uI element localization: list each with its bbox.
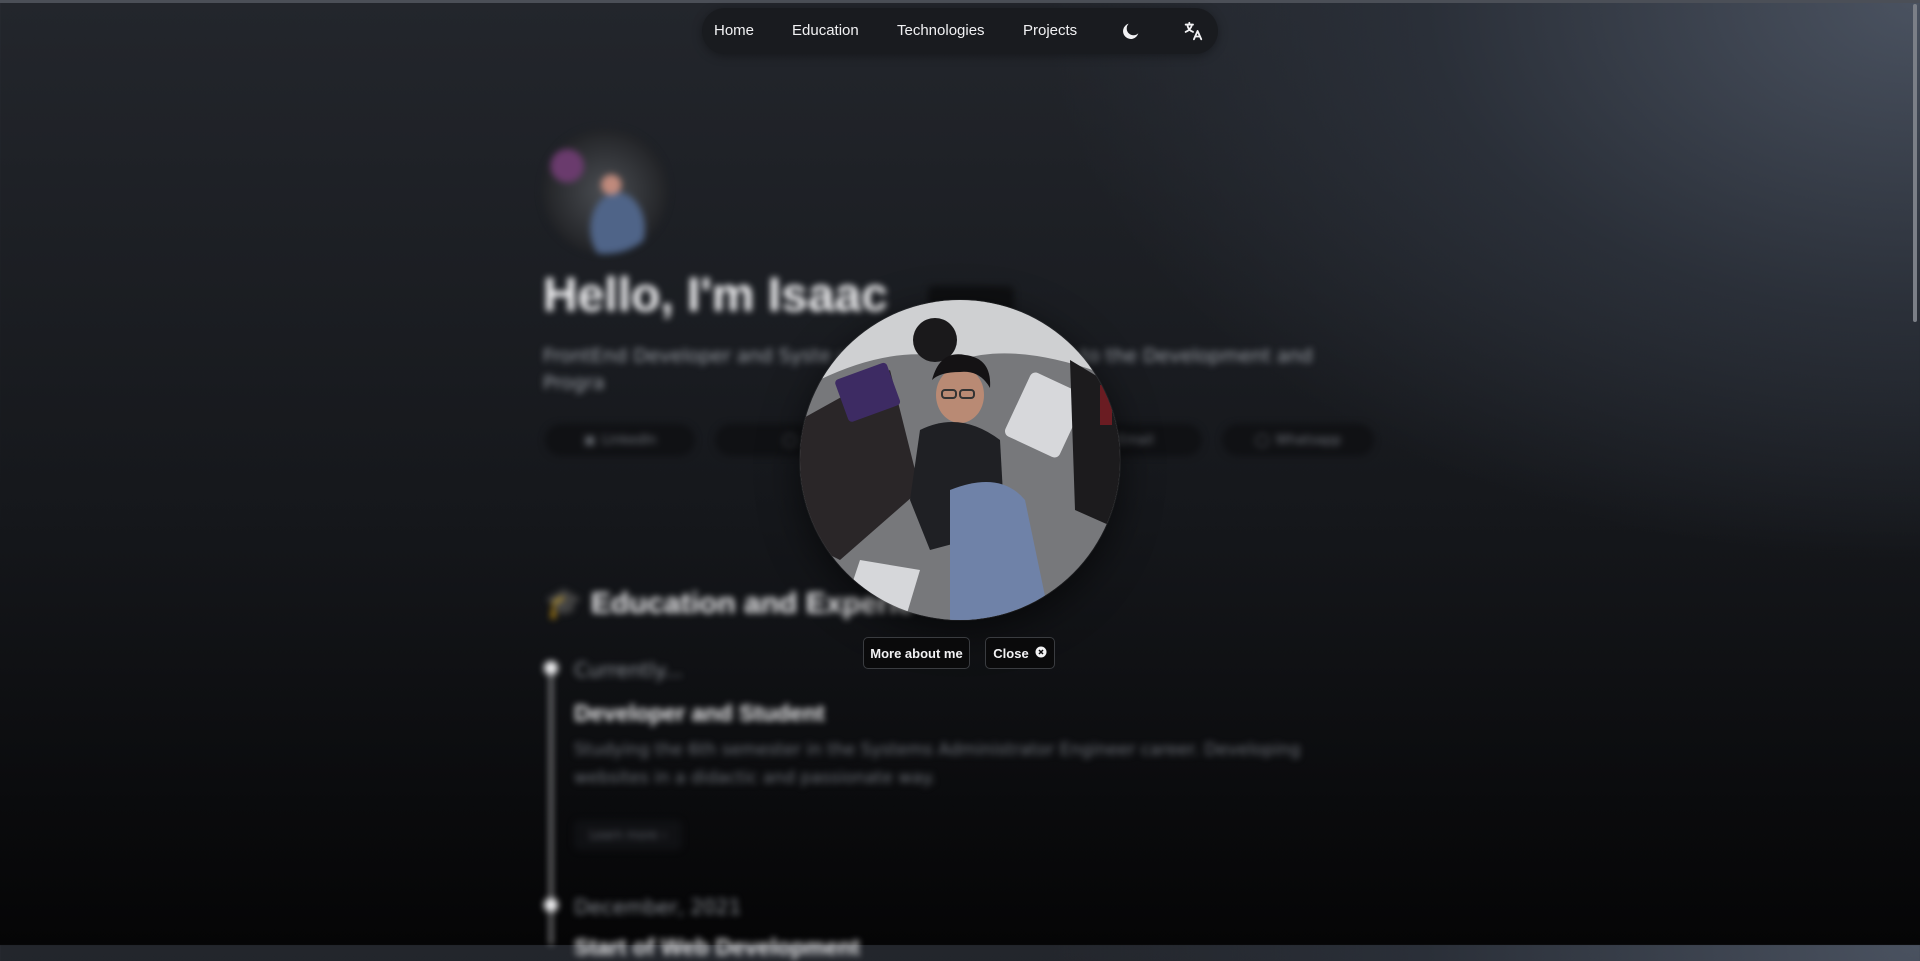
nav-education[interactable]: Education bbox=[792, 22, 859, 39]
close-button[interactable]: Close bbox=[985, 637, 1055, 669]
linkedin-icon: ▣ bbox=[583, 432, 596, 448]
email-label: Email bbox=[1117, 432, 1154, 448]
timeline-date: December, 2021 bbox=[574, 895, 742, 919]
graduation-cap-icon: 🎓 bbox=[545, 587, 583, 620]
nav-technologies[interactable]: Technologies bbox=[897, 22, 985, 39]
linkedin-label: LinkedIn bbox=[601, 432, 657, 448]
close-label: Close bbox=[993, 645, 1029, 661]
nav-home[interactable]: Home bbox=[714, 22, 754, 39]
learn-more-button[interactable]: Learn more › bbox=[574, 820, 682, 850]
timeline-description: Studying the 6th semester in the Systems… bbox=[574, 740, 1301, 788]
profile-photo bbox=[800, 300, 1120, 620]
timeline-title: Developer and Student bbox=[574, 700, 825, 726]
timeline-date: Currently... bbox=[574, 658, 683, 682]
more-about-me-label: More about me bbox=[870, 645, 963, 661]
whatsapp-icon: ◯ bbox=[1255, 432, 1270, 448]
close-circle-icon bbox=[1035, 646, 1047, 661]
timeline-title: Start of Web Development bbox=[574, 934, 860, 960]
timeline-line bbox=[550, 666, 552, 945]
moon-icon[interactable] bbox=[1120, 20, 1142, 42]
scrollbar-thumb[interactable] bbox=[1913, 4, 1917, 322]
github-icon: ◯ bbox=[782, 432, 798, 448]
timeline-dot bbox=[544, 898, 558, 912]
whatsapp-button[interactable]: ◯ Whatsapp bbox=[1222, 424, 1374, 456]
linkedin-button[interactable]: ▣ LinkedIn bbox=[545, 424, 695, 456]
translate-icon[interactable] bbox=[1182, 20, 1204, 42]
top-navigation: Home Education Technologies Projects bbox=[702, 8, 1218, 54]
more-about-me-button[interactable]: More about me bbox=[863, 637, 970, 669]
scrollbar[interactable] bbox=[1908, 0, 1920, 945]
learn-more-label: Learn more bbox=[589, 828, 658, 842]
timeline-dot bbox=[544, 661, 558, 675]
window-top-border bbox=[0, 0, 1920, 3]
avatar bbox=[542, 128, 668, 254]
nav-projects[interactable]: Projects bbox=[1023, 22, 1077, 39]
chevron-right-icon: › bbox=[661, 828, 667, 842]
whatsapp-label: Whatsapp bbox=[1275, 432, 1341, 448]
